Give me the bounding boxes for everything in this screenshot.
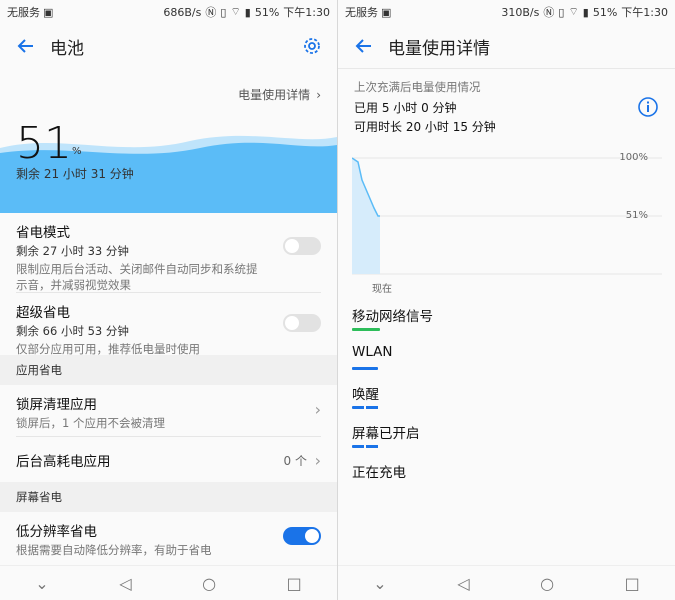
battery-percent-large: 51	[16, 118, 72, 169]
item-name: 正在充电	[352, 465, 406, 481]
carrier-text: 无服务	[345, 6, 378, 19]
clock: 下午1:30	[621, 6, 668, 19]
nav-bar: ⌄ ◁ ○ □	[0, 565, 337, 600]
low-res-row[interactable]: 低分辨率省电 根据需要自动降低分辨率，有助于省电	[0, 512, 337, 563]
notification-icon: ▣	[43, 5, 54, 19]
ultra-save-desc: 仅部分应用可用，推荐低电量时使用	[16, 342, 200, 356]
usage-details-label: 电量使用详情	[238, 88, 311, 102]
chevron-right-icon: ›	[314, 400, 321, 419]
back-button[interactable]	[350, 32, 378, 60]
carrier-text: 无服务	[7, 6, 40, 19]
app-bar: 电量使用详情	[338, 24, 675, 69]
battery-percent: 51%	[254, 5, 280, 19]
usage-details-screen: 无服务 ▣ 310B/s Ⓝ ▯ ⌔ ▮ 51% 下午1:30 电量使用详情 上…	[338, 0, 675, 600]
power-save-desc: 限制应用后台活动、关闭邮件自动同步和系统提示音，并减弱视觉效果	[16, 262, 258, 292]
battery-hero: 电量使用详情 › 51 % 剩余 21 小时 31 分钟	[0, 68, 337, 213]
status-bar: 无服务 ▣ 686B/s Ⓝ ▯ ⌔ ▮ 51% 下午1:30	[0, 0, 337, 24]
home-circle-icon[interactable]: ○	[540, 574, 554, 593]
low-res-toggle[interactable]	[283, 527, 321, 545]
home-circle-icon[interactable]: ○	[202, 574, 216, 593]
used-time: 已用 5 小时 0 分钟	[354, 101, 457, 115]
wifi-icon: ⌔	[230, 5, 241, 18]
ultra-save-toggle[interactable]	[283, 314, 321, 332]
bg-apps-row[interactable]: 后台高耗电应用 0 个 ›	[0, 437, 337, 482]
battery-usage-chart: 100% 51% 现在	[351, 150, 662, 298]
power-save-title: 省电模式	[16, 225, 70, 241]
list-item[interactable]: WLAN	[352, 344, 662, 383]
percent-sign: %	[72, 146, 82, 157]
back-triangle-icon[interactable]: ◁	[119, 574, 131, 593]
available-time: 可用时长 20 小时 15 分钟	[354, 120, 496, 134]
nfc-icon: Ⓝ	[543, 6, 555, 19]
chart-label-100: 100%	[619, 152, 648, 163]
page-title: 电量使用详情	[388, 38, 490, 59]
power-save-row[interactable]: 省电模式 剩余 27 小时 33 分钟 限制应用后台活动、关闭邮件自动同步和系统…	[0, 213, 337, 292]
battery-screen: 无服务 ▣ 686B/s Ⓝ ▯ ⌔ ▮ 51% 下午1:30 电池 电量使用详…	[0, 0, 337, 600]
page-title: 电池	[50, 38, 84, 59]
chart-now-label: 现在	[372, 284, 392, 295]
item-name: 移动网络信号	[352, 309, 433, 325]
usage-caption: 上次充满后电量使用情况	[354, 80, 481, 94]
net-speed: 686B/s	[163, 5, 202, 19]
list-item[interactable]: 正在充电	[352, 461, 662, 500]
app-section-header: 应用省电	[0, 355, 337, 385]
notification-icon: ▣	[381, 5, 392, 19]
lock-clean-title: 锁屏清理应用	[16, 397, 97, 413]
usage-item-list: 移动网络信号 WLAN 唤醒 屏幕已开启 正在充电	[352, 305, 662, 500]
item-name: 屏幕已开启	[352, 426, 420, 442]
low-res-title: 低分辨率省电	[16, 524, 97, 540]
vibrate-icon: ▯	[220, 5, 227, 19]
power-save-remaining: 剩余 27 小时 33 分钟	[16, 244, 129, 258]
usage-bar	[352, 445, 380, 448]
settings-button[interactable]	[299, 33, 325, 59]
battery-percent: 51%	[592, 5, 618, 19]
chart-label-51: 51%	[625, 210, 648, 221]
item-name: 唤醒	[352, 387, 379, 403]
arrow-left-icon	[17, 39, 33, 53]
wifi-icon: ⌔	[568, 5, 579, 18]
bg-apps-count: 0 个	[283, 454, 307, 468]
nfc-icon: Ⓝ	[205, 6, 217, 19]
usage-bar	[352, 328, 380, 331]
usage-bar	[352, 367, 378, 370]
recents-square-icon[interactable]: □	[625, 574, 640, 593]
power-save-toggle[interactable]	[283, 237, 321, 255]
arrow-left-icon	[355, 39, 371, 53]
list-item[interactable]: 屏幕已开启	[352, 422, 662, 461]
info-icon[interactable]	[637, 96, 659, 118]
recents-square-icon[interactable]: □	[287, 574, 302, 593]
chevron-down-icon[interactable]: ⌄	[35, 574, 48, 593]
nav-bar: ⌄ ◁ ○ □	[338, 565, 675, 600]
gear-icon	[304, 38, 320, 54]
low-res-desc: 根据需要自动降低分辨率，有助于省电	[16, 543, 212, 557]
ultra-save-row[interactable]: 超级省电 剩余 66 小时 53 分钟 仅部分应用可用，推荐低电量时使用	[0, 293, 337, 356]
lock-clean-row[interactable]: 锁屏清理应用 锁屏后，1 个应用不会被清理 ›	[0, 385, 337, 436]
ultra-save-title: 超级省电	[16, 305, 70, 321]
item-name: WLAN	[352, 344, 393, 360]
usage-details-link[interactable]: 电量使用详情 ›	[238, 86, 321, 103]
battery-chart-plot	[351, 157, 662, 275]
screen-section-header: 屏幕省电	[0, 482, 337, 512]
chevron-right-icon: ›	[314, 451, 321, 470]
list-item[interactable]: 唤醒	[352, 383, 662, 422]
list-item[interactable]: 移动网络信号	[352, 305, 662, 344]
back-triangle-icon[interactable]: ◁	[457, 574, 469, 593]
app-bar: 电池	[0, 24, 337, 68]
back-button[interactable]	[12, 32, 40, 60]
ultra-save-remaining: 剩余 66 小时 53 分钟	[16, 324, 129, 338]
clock: 下午1:30	[283, 6, 330, 19]
status-bar: 无服务 ▣ 310B/s Ⓝ ▯ ⌔ ▮ 51% 下午1:30	[338, 0, 675, 24]
battery-icon: ▮	[244, 5, 251, 19]
lock-clean-desc: 锁屏后，1 个应用不会被清理	[16, 416, 165, 430]
bg-apps-title: 后台高耗电应用	[16, 453, 111, 470]
chevron-right-icon: ›	[316, 87, 321, 102]
net-speed: 310B/s	[501, 5, 540, 19]
usage-bar	[352, 406, 380, 409]
chevron-down-icon[interactable]: ⌄	[373, 574, 386, 593]
vibrate-icon: ▯	[558, 5, 565, 19]
battery-icon: ▮	[582, 5, 589, 19]
remaining-time: 剩余 21 小时 31 分钟	[16, 167, 134, 181]
